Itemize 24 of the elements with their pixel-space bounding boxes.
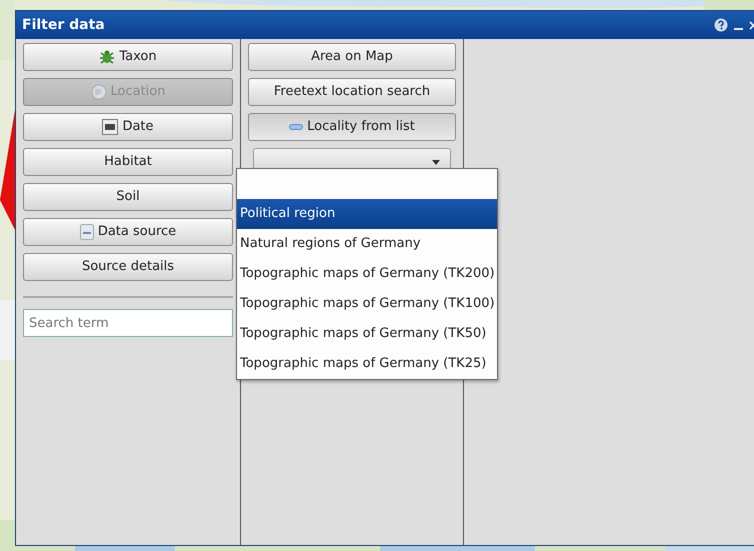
date-button[interactable]: Date	[23, 113, 233, 141]
area-on-map-button[interactable]: Area on Map	[248, 43, 456, 71]
data-source-button[interactable]: Data source	[23, 218, 233, 246]
dropdown-option[interactable]: Topographic maps of Germany (TK50)	[237, 319, 497, 349]
habitat-button[interactable]: Habitat	[23, 148, 233, 176]
locality-from-list-button[interactable]: Locality from list	[248, 113, 456, 141]
globe-icon	[90, 84, 106, 100]
dropdown-option[interactable]: Topographic maps of Germany (TK25)	[237, 349, 497, 379]
search-field[interactable]: Search term	[23, 309, 233, 337]
taxon-button[interactable]: Taxon	[23, 43, 233, 71]
source-details-button[interactable]: Source details	[23, 253, 233, 281]
bug-icon	[99, 49, 116, 65]
dropdown-option[interactable]: Political region	[237, 199, 497, 229]
window-title: Filter data	[22, 16, 105, 34]
dropdown-option[interactable]: Topographic maps of Germany (TK200)	[237, 259, 497, 289]
form-icon	[80, 224, 94, 240]
dropdown-option[interactable]: Natural regions of Germany	[237, 229, 497, 259]
soil-button[interactable]: Soil	[23, 183, 233, 211]
help-icon[interactable]	[714, 18, 728, 32]
dropdown-option[interactable]: Topographic maps of Germany (TK100)	[237, 289, 497, 319]
minus-icon	[289, 124, 304, 130]
caret-icon	[432, 160, 440, 164]
freetext-location-search-button[interactable]: Freetext location search	[248, 78, 456, 106]
calendar-icon	[102, 119, 118, 135]
